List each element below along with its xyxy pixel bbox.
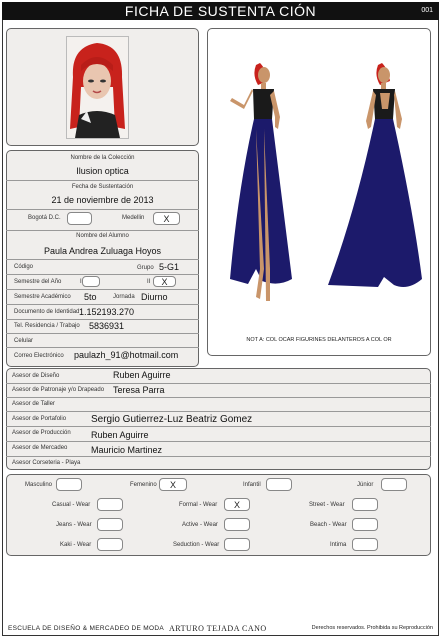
divider <box>6 456 431 457</box>
school-name: ESCUELA DE DISEÑO & MERCADEO DE MODA <box>8 625 164 632</box>
formal-label: Formal - Wear <box>179 502 218 508</box>
advisor-value: Sergio Gutierrez-Luz Beatriz Gomez <box>91 414 253 425</box>
alumno-label: Nombre del Alumno <box>76 233 129 239</box>
divider <box>6 319 199 320</box>
jornada-label: Jornada <box>113 294 135 300</box>
casual-checkbox[interactable] <box>97 498 123 511</box>
codigo-label: Código <box>14 264 34 270</box>
documento-label: Documento de Identidad <box>14 309 80 315</box>
advisor-label: Asesor de Producción <box>12 430 71 436</box>
divider <box>6 426 431 427</box>
fashion-figures <box>230 63 422 301</box>
advisor-label: Asesor de Patronaje y/o Drapeado <box>12 387 105 393</box>
semestre-acad-label: Semestre Académico <box>14 294 71 300</box>
title-bar: FICHA DE SUSTENTA CIÓN 001 <box>2 2 439 20</box>
advisor-value: Ruben Aguirre <box>113 370 171 380</box>
coleccion-value: Ilusion optica <box>76 166 129 176</box>
celular-label: Celular <box>14 338 34 344</box>
street-checkbox[interactable] <box>352 498 378 511</box>
alumno-value: Paula Andrea Zuluaga Hoyos <box>43 246 162 256</box>
semestre-anio-label: Semestre del Año <box>14 279 62 285</box>
advisor-value: Ruben Aguirre <box>91 430 149 440</box>
bogota-checkbox[interactable] <box>67 212 92 225</box>
infantil-label: Infantil <box>243 482 261 488</box>
divider <box>6 347 199 348</box>
kaki-label: Kaki - Wear <box>60 542 92 548</box>
documento-value: 1.152193.270 <box>79 307 135 317</box>
grupo-label: Grupo <box>137 265 154 271</box>
active-label: Active - Wear <box>182 522 218 528</box>
advisor-value: Mauricio Martinez <box>91 445 163 455</box>
fashion-illustration-panel: NOT A: COL OCAR FIGURINES DELANTEROS A C… <box>207 28 431 356</box>
divider <box>6 289 199 290</box>
advisor-label: Asesor Corseteria - Playa <box>12 460 81 466</box>
medellin-checkbox[interactable]: X <box>153 212 180 225</box>
masculino-checkbox[interactable] <box>56 478 82 491</box>
divider <box>6 441 431 442</box>
illustration-note: NOT A: COL OCAR FIGURINES DELANTEROS A C… <box>246 337 392 343</box>
femenino-label: Femenino <box>130 482 157 488</box>
semestre-ii-checkbox[interactable]: X <box>153 276 176 287</box>
casual-label: Casual - Wear <box>52 502 91 508</box>
junior-label: Júnior <box>357 482 374 488</box>
kaki-checkbox[interactable] <box>97 538 123 551</box>
advisor-label: Asesor de Portafolio <box>12 416 67 422</box>
semestre-i-checkbox[interactable] <box>82 276 100 287</box>
medellin-label: Medellin <box>122 215 145 221</box>
fecha-label: Fecha de Sustentación <box>71 184 134 190</box>
intima-label: Intima <box>330 542 347 548</box>
semestre-acad-value: 5to <box>84 292 97 302</box>
bogota-label: Bogotá D.C. <box>28 215 61 221</box>
page-title: FICHA DE SUSTENTA CIÓN <box>124 3 317 19</box>
advisor-label: Asesor de Diseño <box>12 373 60 379</box>
correo-label: Correo Electrónico <box>14 353 64 359</box>
street-label: Street - Wear <box>309 502 345 508</box>
form-number: 001 <box>421 7 433 14</box>
advisor-value: Teresa Parra <box>113 385 165 395</box>
seduction-checkbox[interactable] <box>224 538 250 551</box>
infantil-checkbox[interactable] <box>266 478 292 491</box>
divider <box>6 383 431 384</box>
active-checkbox[interactable] <box>224 518 250 531</box>
student-photo <box>66 36 129 139</box>
divider <box>6 411 431 412</box>
jeans-label: Jeans - Wear <box>56 522 92 528</box>
jeans-checkbox[interactable] <box>97 518 123 531</box>
divider <box>6 333 199 334</box>
advisor-label: Asesor de Mercadeo <box>12 445 68 451</box>
divider <box>6 259 199 260</box>
grupo-value: 5-G1 <box>159 262 180 272</box>
junior-checkbox[interactable] <box>381 478 407 491</box>
beach-checkbox[interactable] <box>352 518 378 531</box>
femenino-checkbox[interactable]: X <box>159 478 187 491</box>
beach-label: Beach - Wear <box>310 522 347 528</box>
divider <box>6 180 199 181</box>
footer: ESCUELA DE DISEÑO & MERCADEO DE MODA ART… <box>2 618 439 636</box>
correo-value: paulazh_91@hotmail.com <box>74 350 179 360</box>
divider <box>6 397 431 398</box>
masculino-label: Masculino <box>25 482 53 488</box>
jornada-value: Diurno <box>141 292 168 302</box>
tel-value: 5836931 <box>89 321 125 331</box>
founder-name: ARTURO TEJADA CANO <box>169 624 267 633</box>
divider <box>6 209 199 210</box>
semestre-ii-label: II <box>147 279 151 285</box>
advisor-label: Asesor de Taller <box>12 401 55 407</box>
divider <box>6 274 199 275</box>
formal-checkbox[interactable]: X <box>224 498 250 511</box>
fecha-value: 21 de noviembre de 2013 <box>51 195 154 205</box>
divider <box>6 230 199 231</box>
divider <box>6 304 199 305</box>
rights-notice: Derechos reservados. Prohibida su Reprod… <box>311 625 433 631</box>
tel-label: Tel. Residencia / Trabajo <box>14 323 80 329</box>
seduction-label: Seduction - Wear <box>173 542 220 548</box>
intima-checkbox[interactable] <box>352 538 378 551</box>
coleccion-label: Nombre de la Colección <box>70 155 135 161</box>
